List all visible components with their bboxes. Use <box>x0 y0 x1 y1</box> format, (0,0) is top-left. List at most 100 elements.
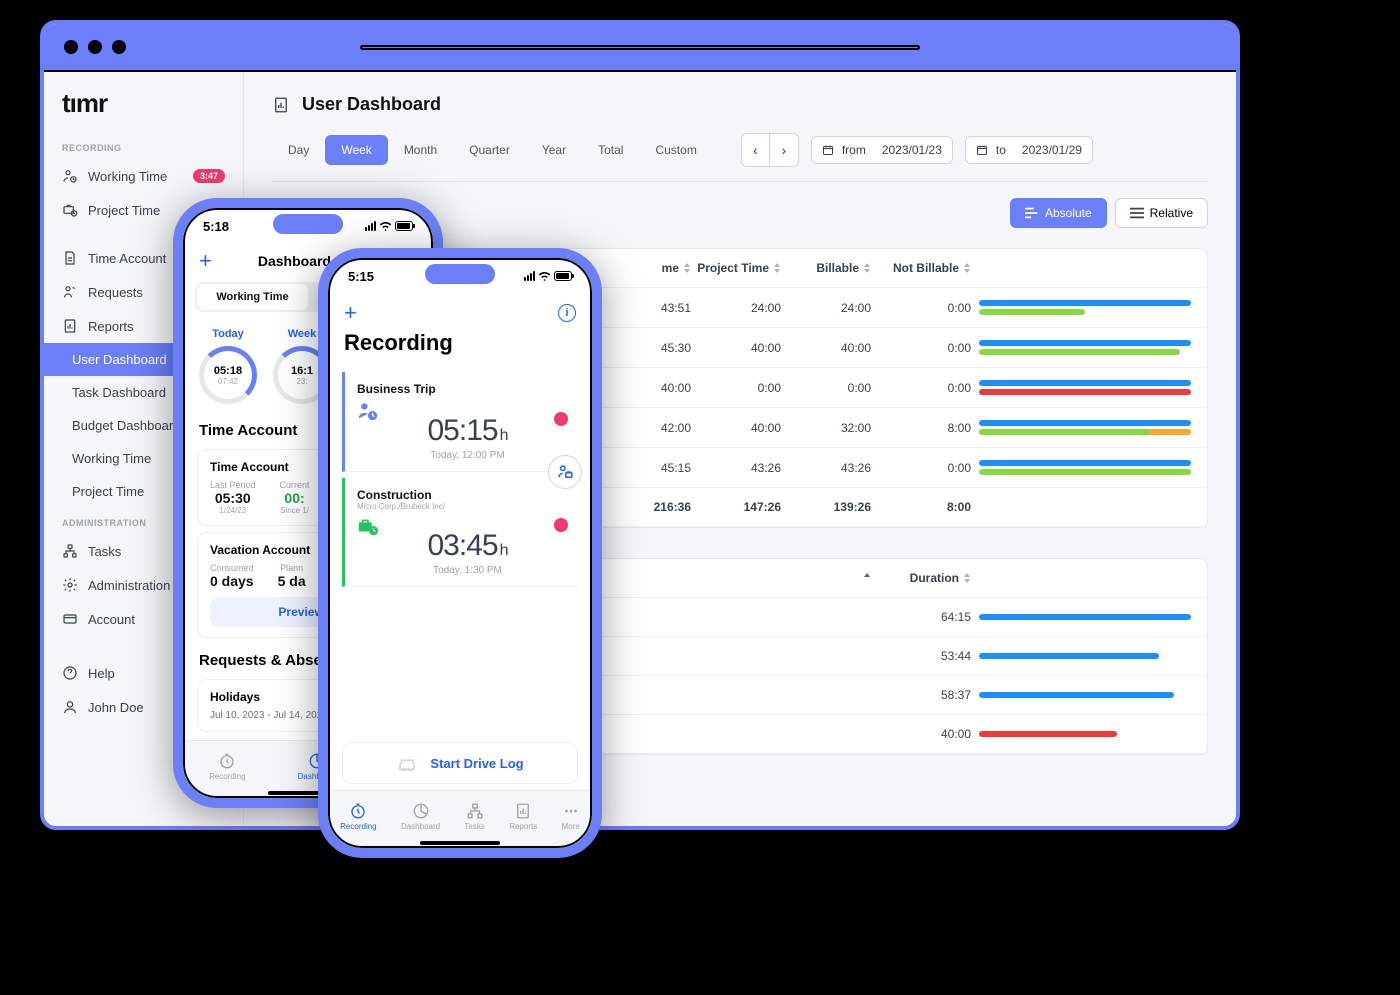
add-button[interactable]: + <box>344 300 357 326</box>
status-time: 5:18 <box>203 219 229 234</box>
nav-working-time[interactable]: Working Time 3:47 <box>44 159 243 193</box>
wifi-icon <box>538 271 551 281</box>
range-tabs: DayWeekMonthQuarterYearTotalCustom <box>272 135 713 165</box>
total-billable: 139:26 <box>781 500 871 514</box>
entry-time: 03:45h <box>357 529 578 563</box>
th-not-billable[interactable]: Not Billable <box>871 261 971 275</box>
battery-icon <box>554 271 572 281</box>
person-hand-icon <box>62 284 78 300</box>
tab-more[interactable]: More <box>562 802 580 831</box>
signal-icon <box>524 271 535 281</box>
sort-up-icon[interactable] <box>863 573 871 583</box>
pager-prev[interactable]: ‹ <box>742 134 770 166</box>
tab-tasks[interactable]: Tasks <box>464 802 484 831</box>
total-pt: 147:26 <box>691 500 781 514</box>
th-project-time[interactable]: Project Time <box>691 261 781 275</box>
range-tab-week[interactable]: Week <box>325 135 387 165</box>
range-tab-year[interactable]: Year <box>526 135 582 165</box>
to-date: 2023/01/29 <box>1022 143 1082 157</box>
card-icon <box>62 611 78 627</box>
nav-label: Reports <box>88 319 134 334</box>
nav-label: User Dashboard <box>72 352 167 367</box>
nav-label: Help <box>88 666 115 681</box>
nav-label: Account <box>88 612 135 627</box>
range-tab-month[interactable]: Month <box>388 135 453 165</box>
entry-time: 05:15h <box>357 414 578 448</box>
bars-left-icon <box>1025 207 1039 219</box>
entry-when: Today, 12:00 PM <box>357 450 578 461</box>
date-pager: ‹ › <box>741 133 799 167</box>
page-header: User Dashboard DayWeekMonthQuarterYearTo… <box>244 72 1236 182</box>
report-page-icon <box>272 96 290 114</box>
status-icons <box>365 221 413 231</box>
th-duration[interactable]: Duration <box>871 571 971 585</box>
pie-icon <box>412 802 430 820</box>
tab-reports[interactable]: Reports <box>509 802 537 831</box>
document-icon <box>62 250 78 266</box>
briefcase-clock-icon <box>62 202 78 218</box>
entry-construction[interactable]: Construction Micro Corp./Brubeck Inc/ 03… <box>342 478 578 587</box>
person-briefcase-icon <box>556 463 574 481</box>
sort-icon <box>773 263 781 273</box>
tab-recording[interactable]: Recording <box>340 802 376 831</box>
page-title-row: User Dashboard <box>272 94 1208 115</box>
tree-icon <box>466 802 484 820</box>
th-billable[interactable]: Billable <box>781 261 871 275</box>
traffic-min[interactable] <box>88 40 102 54</box>
report-icon <box>514 802 532 820</box>
nav-label: Task Dashboard <box>72 385 166 400</box>
page-title: User Dashboard <box>302 94 441 115</box>
from-date: 2023/01/23 <box>882 143 942 157</box>
absolute-button[interactable]: Absolute <box>1010 198 1107 228</box>
date-from[interactable]: from 2023/01/23 <box>811 136 953 164</box>
traffic-close[interactable] <box>64 40 78 54</box>
filters-row: DayWeekMonthQuarterYearTotalCustom ‹ › f… <box>272 133 1208 182</box>
phone2-tabbar: Recording Dashboard Tasks Reports More <box>328 790 592 848</box>
car-icon <box>396 755 418 771</box>
record-indicator[interactable] <box>554 518 568 532</box>
record-indicator[interactable] <box>554 412 568 426</box>
entry-title: Construction <box>357 488 578 502</box>
status-icons <box>524 271 572 281</box>
switch-badge[interactable] <box>548 455 582 489</box>
entry-business-trip[interactable]: Business Trip 05:15h Today, 12:00 PM <box>342 372 578 472</box>
tab-recording[interactable]: Recording <box>209 752 245 781</box>
help-icon <box>62 665 78 681</box>
calendar-icon <box>976 144 988 156</box>
logo: tımr <box>44 88 243 133</box>
range-tab-total[interactable]: Total <box>582 135 639 165</box>
sort-icon <box>683 263 691 273</box>
relative-button[interactable]: Relative <box>1115 198 1208 228</box>
nav-label: Project Time <box>72 484 144 499</box>
range-tab-custom[interactable]: Custom <box>639 135 712 165</box>
start-drive-log[interactable]: Start Drive Log <box>342 742 578 784</box>
drive-log-label: Start Drive Log <box>430 756 523 771</box>
statusbar: 5:15 <box>328 258 592 294</box>
traffic-lights <box>64 40 126 54</box>
add-button[interactable]: + <box>199 248 212 274</box>
tab-dashboard[interactable]: Dashboard <box>401 802 440 831</box>
total-nb: 8:00 <box>871 500 971 514</box>
tree-icon <box>62 543 78 559</box>
tab-working-time[interactable]: Working Time <box>197 284 308 310</box>
nav-label: Working Time <box>88 169 167 184</box>
sort-icon <box>863 263 871 273</box>
bars-justify-icon <box>1130 207 1144 219</box>
range-tab-day[interactable]: Day <box>272 135 325 165</box>
phone2-header: + i <box>328 294 592 328</box>
person-clock-icon <box>62 168 78 184</box>
range-tab-quarter[interactable]: Quarter <box>453 135 526 165</box>
nav-label: Requests <box>88 285 143 300</box>
nav-label: Working Time <box>72 451 151 466</box>
nav-label: Administration <box>88 578 170 593</box>
pager-next[interactable]: › <box>770 134 798 166</box>
date-to[interactable]: to 2023/01/29 <box>965 136 1093 164</box>
traffic-max[interactable] <box>112 40 126 54</box>
gear-icon <box>62 577 78 593</box>
nav-label: Time Account <box>88 251 166 266</box>
info-button[interactable]: i <box>558 304 576 322</box>
status-time: 5:15 <box>348 269 374 284</box>
ring-today[interactable]: Today 05:1807:42 <box>199 328 257 404</box>
home-indicator <box>420 841 500 845</box>
notch <box>425 264 495 284</box>
